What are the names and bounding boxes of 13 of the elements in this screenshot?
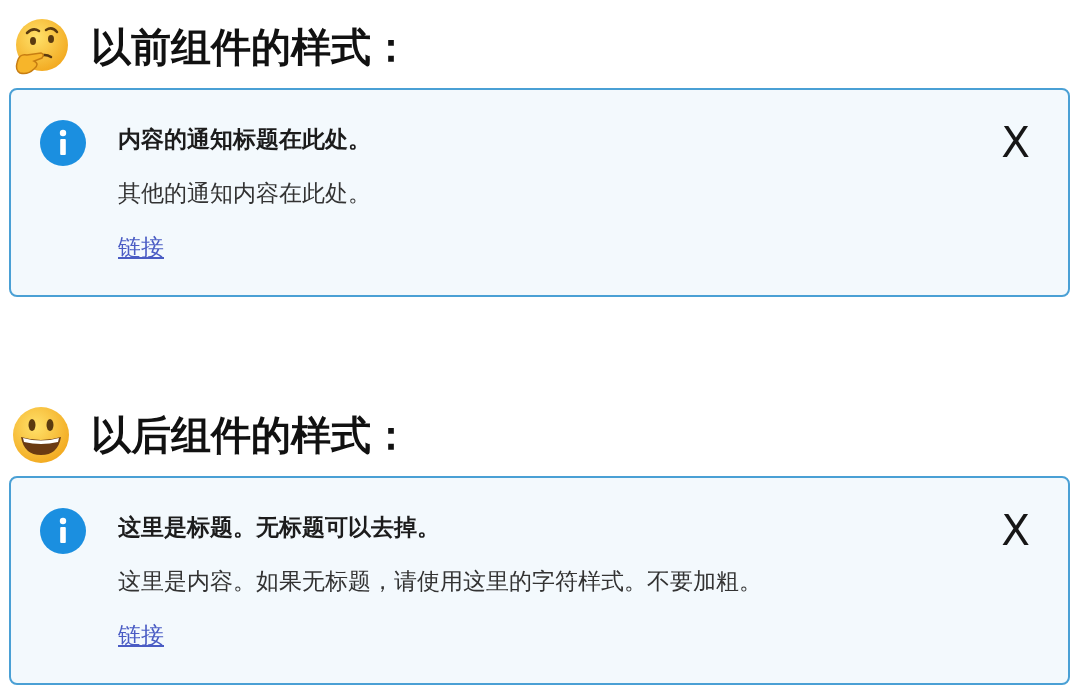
section-heading: 以前组件的样式： xyxy=(91,23,411,72)
notice-text: 这里是内容。如果无标题，请使用这里的字符样式。不要加粗。 xyxy=(118,567,762,596)
notice-link[interactable]: 链接 xyxy=(118,230,164,264)
smiling-face-icon xyxy=(11,405,71,465)
info-icon xyxy=(40,508,86,554)
notice-link[interactable]: 链接 xyxy=(118,618,164,652)
close-button[interactable]: X xyxy=(1001,122,1030,164)
section-heading: 以后组件的样式： xyxy=(91,411,411,460)
close-button[interactable]: X xyxy=(1001,510,1030,552)
notice-title: 内容的通知标题在此处。 xyxy=(118,125,371,154)
info-icon xyxy=(40,120,86,166)
notice-title: 这里是标题。无标题可以去掉。 xyxy=(118,513,440,542)
notice-text: 其他的通知内容在此处。 xyxy=(118,179,371,208)
